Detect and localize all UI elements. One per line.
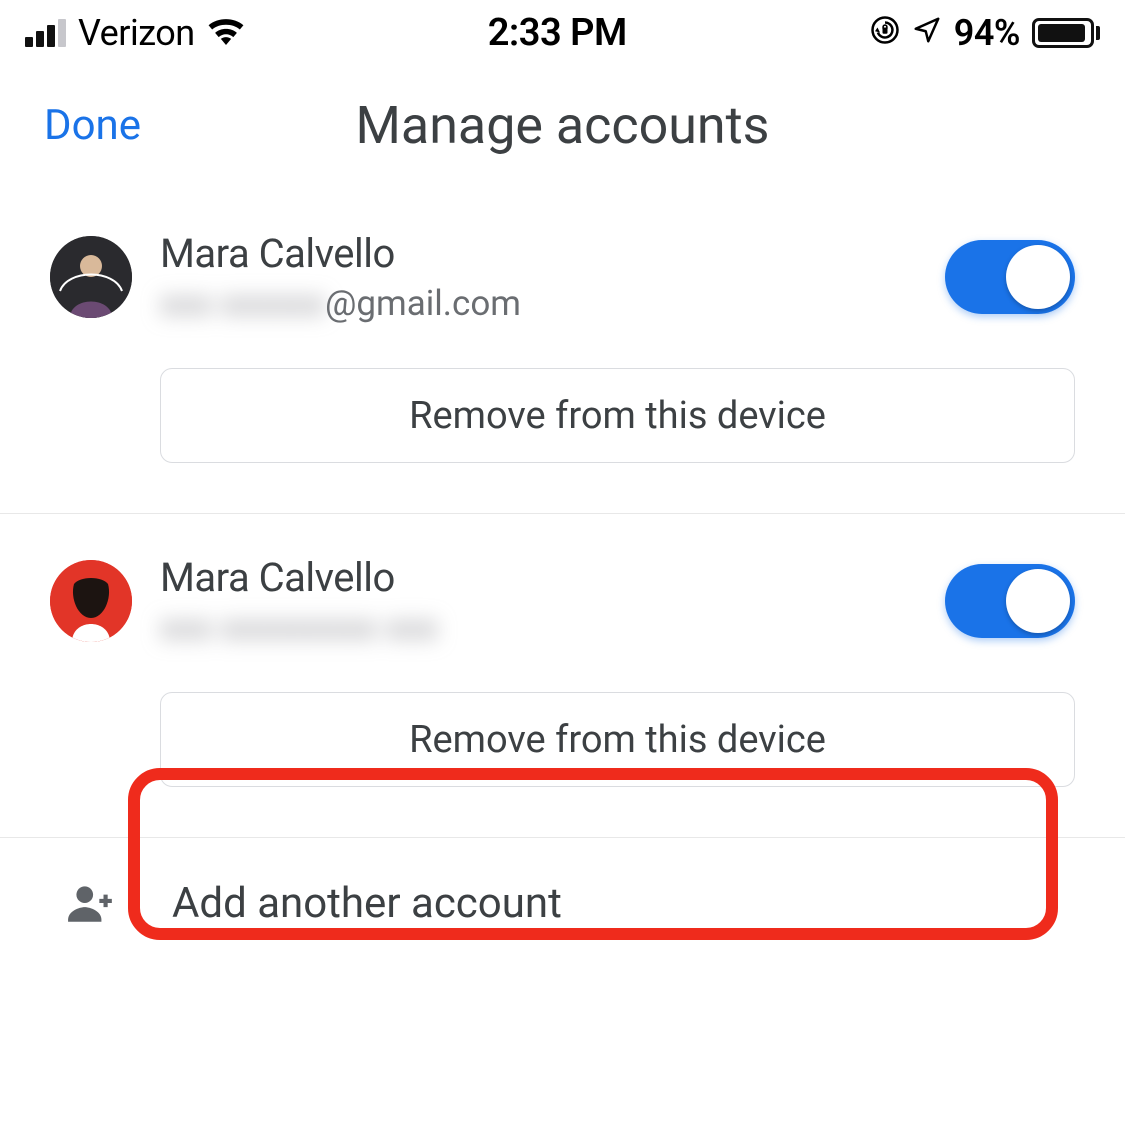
add-account-label: Add another account (172, 879, 562, 928)
carrier-label: Verizon (78, 12, 195, 54)
email-obscured: xxx xxxxxx (160, 283, 325, 324)
done-button[interactable]: Done (44, 101, 141, 150)
page-title: Manage accounts (356, 95, 770, 156)
remove-from-device-button[interactable]: Remove from this device (160, 692, 1075, 787)
account-name: Mara Calvello (160, 230, 945, 277)
account-item: Mara Calvello xxx xxxxxx @gmail.com Remo… (0, 190, 1125, 514)
account-item: Mara Calvello xxx xxxxxxxxx xxx Remove f… (0, 514, 1125, 838)
account-email: xxx xxxxxxxxx xxx (160, 607, 945, 648)
account-text: Mara Calvello xxx xxxxxxxxx xxx (160, 554, 945, 648)
location-icon (912, 12, 942, 54)
account-text: Mara Calvello xxx xxxxxx @gmail.com (160, 230, 945, 324)
add-user-icon (66, 878, 116, 928)
battery-icon (1032, 18, 1100, 48)
avatar (50, 236, 132, 318)
status-right: 94% (870, 12, 1100, 54)
nav-header: Done Manage accounts (0, 60, 1125, 190)
account-toggle[interactable] (945, 564, 1075, 638)
email-visible: @gmail.com (325, 283, 521, 324)
account-name: Mara Calvello (160, 554, 945, 601)
account-row: Mara Calvello xxx xxxxxx @gmail.com (50, 230, 1075, 324)
account-row: Mara Calvello xxx xxxxxxxxx xxx (50, 554, 1075, 648)
status-left: Verizon (25, 12, 245, 54)
rotation-lock-icon (870, 12, 900, 54)
email-obscured: xxx xxxxxxxxx xxx (160, 607, 438, 648)
account-email: xxx xxxxxx @gmail.com (160, 283, 945, 324)
battery-percent: 94% (954, 12, 1020, 54)
remove-from-device-button[interactable]: Remove from this device (160, 368, 1075, 463)
status-bar: Verizon 2:33 PM 94% (0, 0, 1125, 60)
avatar (50, 560, 132, 642)
wifi-icon (207, 12, 245, 54)
signal-icon (25, 19, 66, 47)
add-account-row[interactable]: Add another account (0, 838, 1125, 968)
clock: 2:33 PM (488, 11, 627, 55)
account-toggle[interactable] (945, 240, 1075, 314)
